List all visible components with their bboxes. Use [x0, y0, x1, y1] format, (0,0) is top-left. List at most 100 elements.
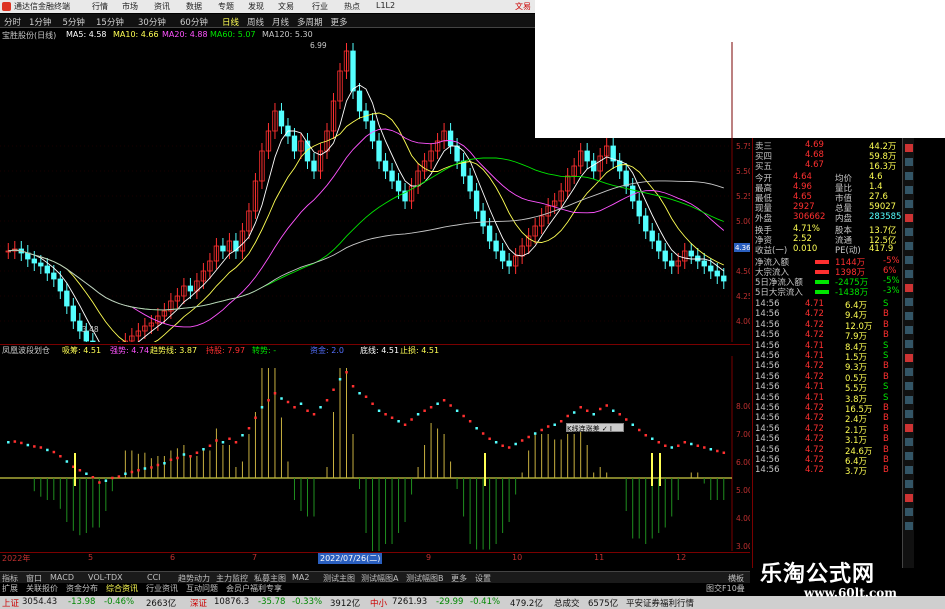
menu-item-9[interactable]: L1L2: [376, 1, 395, 10]
menu-item-2[interactable]: 资讯: [154, 1, 170, 12]
period-1[interactable]: 1分钟: [29, 16, 51, 28]
sidebar-tool-icon[interactable]: [905, 410, 913, 418]
menu-item-1[interactable]: 市场: [122, 1, 138, 12]
sidebar-tool-icon[interactable]: [905, 256, 913, 264]
indicator-dot: [566, 414, 569, 418]
menu-item-6[interactable]: 文易: [278, 1, 294, 12]
sidebar-tool-icon[interactable]: [905, 494, 913, 502]
indicator-dot: [403, 423, 407, 426]
tick-price: 4.71: [805, 340, 824, 351]
candlestick-chart[interactable]: 5.755.505.255.004.754.504.254.003.753.50…: [0, 42, 750, 342]
sidebar-tool-icon[interactable]: [905, 242, 913, 250]
tick-side: S: [883, 392, 889, 403]
info-tab-3[interactable]: 综合资讯: [106, 583, 138, 594]
sidebar-tool-icon[interactable]: [905, 522, 913, 530]
price-tick-label: 4.50: [736, 267, 750, 276]
period-6[interactable]: 日线: [222, 16, 239, 28]
period-5[interactable]: 60分钟: [180, 16, 208, 28]
indicator-dot: [7, 441, 10, 444]
sidebar-tool-icon[interactable]: [905, 298, 913, 306]
sidebar-tool-icon[interactable]: [905, 508, 913, 516]
menu-item-3[interactable]: 数据: [186, 1, 202, 12]
ask-volume: 16.3万: [869, 162, 897, 172]
period-2[interactable]: 5分钟: [63, 16, 85, 28]
sidebar-tool-icon[interactable]: [905, 368, 913, 376]
sidebar-tool-icon[interactable]: [905, 354, 913, 362]
sidebar-tool-icon[interactable]: [905, 340, 913, 348]
tick-time: 14:56: [755, 382, 780, 393]
indicator-tab-2[interactable]: MACD: [50, 573, 74, 582]
tick-side: B: [883, 423, 889, 434]
tick-side: B: [883, 413, 889, 424]
period-4[interactable]: 30分钟: [138, 16, 166, 28]
ma-line-3: [8, 157, 724, 311]
sidebar-tool-icon[interactable]: [905, 270, 913, 278]
tick-price: 4.72: [805, 330, 824, 341]
info-tab-2[interactable]: 资金分布: [66, 583, 98, 594]
indicator-dot: [98, 481, 101, 484]
sidebar-tool-icon[interactable]: [905, 144, 913, 152]
sz-label[interactable]: 深证: [190, 597, 207, 609]
tick-side: B: [883, 455, 889, 465]
menu-item-8[interactable]: 热点: [344, 1, 360, 12]
sidebar-tool-icon[interactable]: [905, 480, 913, 488]
sh-label[interactable]: 上证: [2, 597, 19, 609]
menu-item-5[interactable]: 发现: [248, 1, 264, 12]
sidebar-tool-icon[interactable]: [905, 214, 913, 222]
high-price-label: 6.99: [310, 42, 327, 50]
tick-time: 14:56: [755, 444, 780, 455]
menu-item-4[interactable]: 专题: [218, 1, 234, 12]
sidebar-tool-icon[interactable]: [905, 158, 913, 166]
watermark-title: 乐淘公式网: [760, 562, 876, 587]
sidebar-tool-icon[interactable]: [905, 200, 913, 208]
indicator-tab-4[interactable]: CCI: [147, 573, 161, 582]
zx-label[interactable]: 中小: [370, 597, 387, 609]
flow-pct: -3%: [883, 286, 900, 296]
tick-row: 14:56 4.71 1.5万 S: [753, 351, 903, 363]
info-tab-4[interactable]: 行业资讯: [146, 583, 178, 594]
info-tab-5[interactable]: 互动问题: [186, 583, 218, 594]
indicator-dot: [325, 399, 329, 402]
info-tab-1[interactable]: 关联报价: [26, 583, 58, 594]
sidebar-tool-icon[interactable]: [905, 452, 913, 460]
sidebar-tool-icon[interactable]: [905, 396, 913, 404]
indicator-tick-label: 7.00: [736, 430, 750, 439]
menu-item-0[interactable]: 行情: [92, 1, 108, 12]
sidebar-tool-icon[interactable]: [905, 326, 913, 334]
sidebar-tool-icon[interactable]: [905, 172, 913, 180]
period-8[interactable]: 月线: [272, 16, 289, 28]
sidebar-tool-icon[interactable]: [905, 312, 913, 320]
tick-price: 4.71: [805, 392, 824, 403]
info-tab-0[interactable]: 扩展: [2, 583, 18, 594]
indicator-dot: [312, 413, 316, 416]
info-tab-6[interactable]: 会员户福利专享: [226, 583, 282, 594]
indicator-chart[interactable]: 8.00 7.00 6.00 5.00 4.00 3.00: [0, 356, 750, 551]
indicator-tick-label: 4.00: [736, 514, 750, 523]
sidebar-tool-icon[interactable]: [905, 466, 913, 474]
sidebar-tool-icon[interactable]: [905, 284, 913, 292]
sidebar-tool-icon[interactable]: [905, 424, 913, 432]
indicator-dot: [390, 416, 394, 419]
sidebar-tool-icon[interactable]: [905, 438, 913, 446]
tick-price: 4.72: [805, 403, 824, 413]
finance-label-2: PE(动): [835, 246, 861, 256]
f10-tab[interactable]: 图交F10叠: [706, 583, 745, 594]
menu-item-7[interactable]: 行业: [312, 1, 328, 12]
sidebar-tool-icon[interactable]: [905, 228, 913, 236]
trade-button[interactable]: 文易: [515, 1, 531, 12]
period-7[interactable]: 周线: [247, 16, 264, 28]
indicator-dot: [247, 427, 251, 430]
period-9[interactable]: 多周期: [297, 16, 323, 28]
indicator-tab-8[interactable]: MA2: [292, 573, 309, 582]
period-3[interactable]: 15分钟: [96, 16, 124, 28]
candle-body: [467, 175, 473, 192]
sidebar-tool-icon[interactable]: [905, 186, 913, 194]
indicator-tab-3[interactable]: VOL-TDX: [88, 573, 123, 582]
tick-side: B: [883, 330, 889, 341]
sidebar-tool-icon[interactable]: [905, 382, 913, 390]
period-0[interactable]: 分时: [4, 16, 21, 28]
indicator-value-0: 吸筹: 4.51: [62, 346, 102, 355]
broker-label[interactable]: 平安证券福利行情: [626, 597, 694, 609]
period-10[interactable]: 更多: [331, 16, 348, 28]
zx-amount: 479.2亿: [510, 599, 543, 609]
